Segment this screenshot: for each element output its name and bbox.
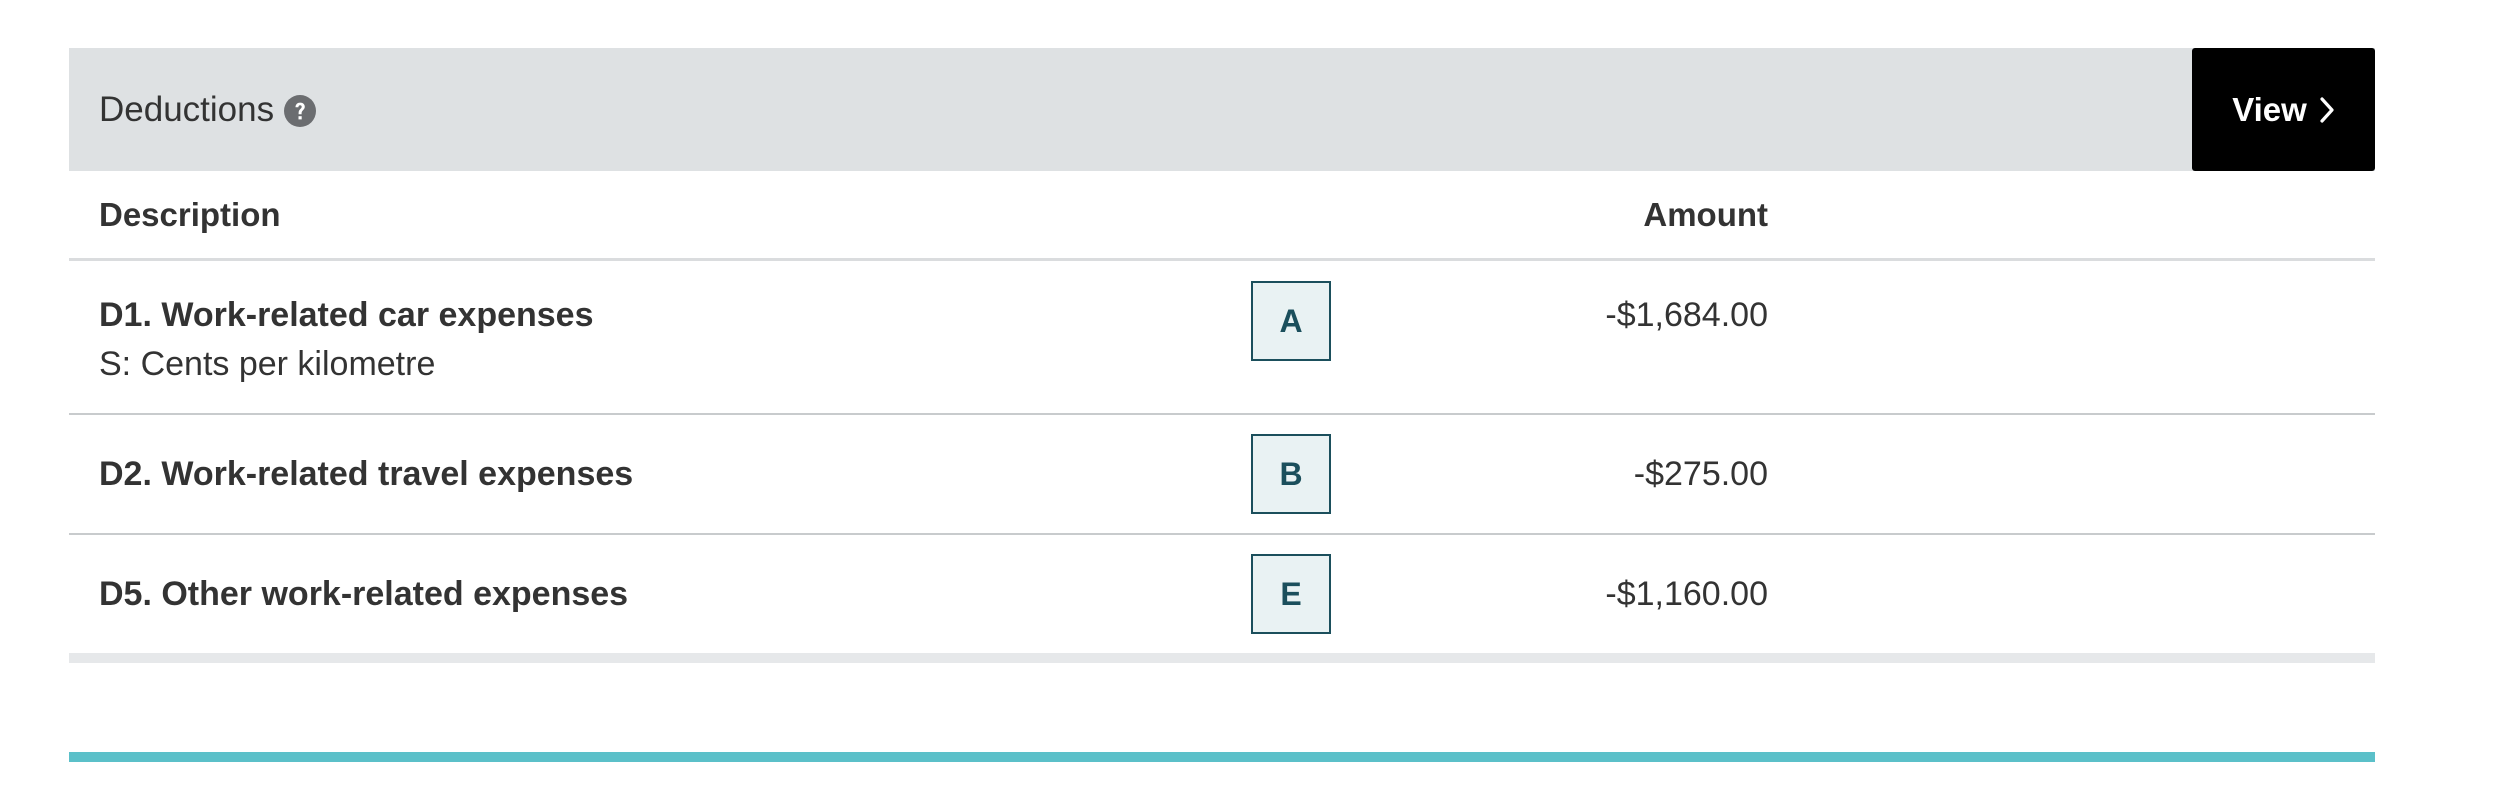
deductions-panel: Deductions View Description Amount D1. W… <box>69 48 2375 663</box>
row-amount: -$1,684.00 <box>1605 296 1768 334</box>
panel-header: Deductions View <box>69 48 2375 171</box>
column-header-description: Description <box>99 195 281 233</box>
view-button-label: View <box>2232 90 2307 128</box>
section-divider-bar <box>69 752 2375 762</box>
row-title: D1. Work-related car expenses <box>99 296 594 334</box>
row-title: D5. Other work-related expenses <box>99 575 629 613</box>
table-row: D1. Work-related car expenses S: Cents p… <box>69 261 2375 415</box>
column-header-amount: Amount <box>1643 195 1768 233</box>
label-code-badge: B <box>1251 434 1331 514</box>
row-amount: -$275.00 <box>1633 455 1768 493</box>
row-title: D2. Work-related travel expenses <box>99 455 634 493</box>
label-code-badge: E <box>1251 554 1331 634</box>
question-circle-icon[interactable] <box>283 94 317 128</box>
table-header: Description Amount <box>69 171 2375 261</box>
view-button[interactable]: View <box>2192 48 2375 171</box>
chevron-right-icon <box>2319 96 2335 124</box>
table-row: D5. Other work-related expenses E -$1,16… <box>69 535 2375 663</box>
panel-title-wrap: Deductions <box>99 48 317 171</box>
label-code-badge: A <box>1251 281 1331 361</box>
panel-title: Deductions <box>99 89 275 129</box>
row-amount: -$1,160.00 <box>1605 575 1768 613</box>
table-row: D2. Work-related travel expenses B -$275… <box>69 415 2375 535</box>
row-subtitle: S: Cents per kilometre <box>99 345 436 383</box>
